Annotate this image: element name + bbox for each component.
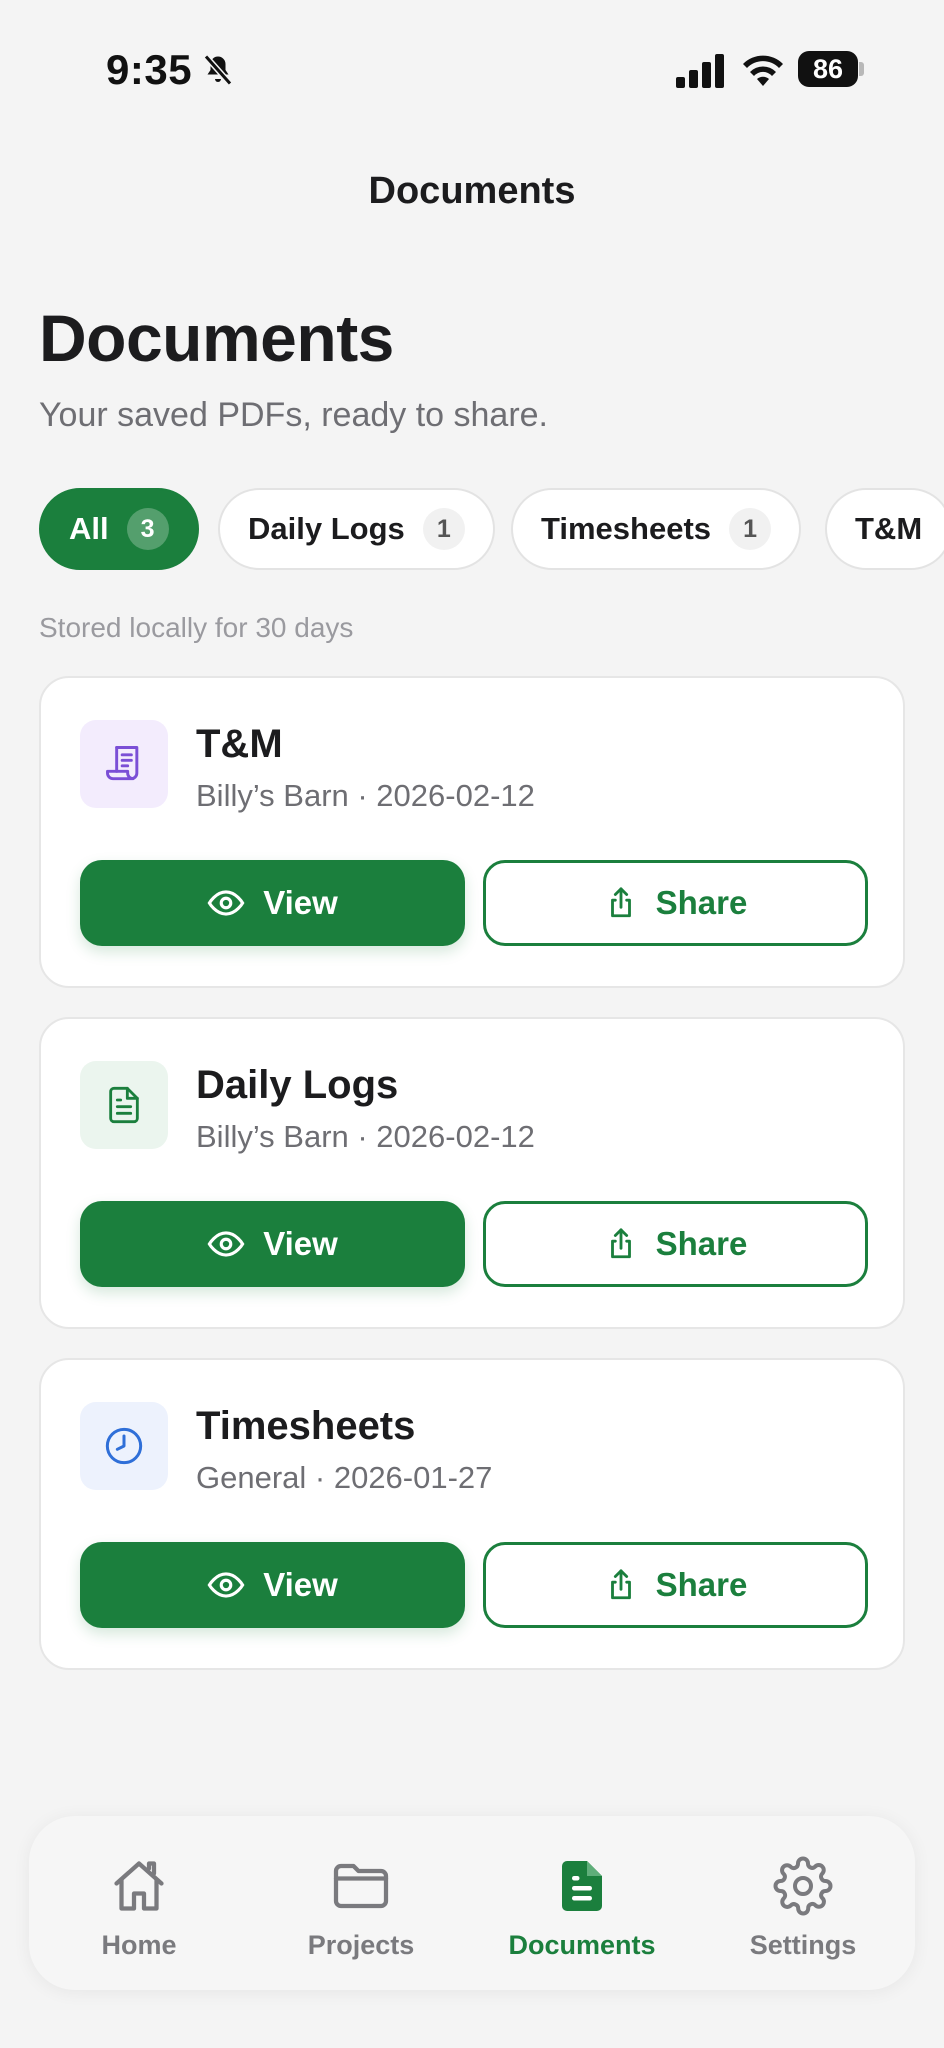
document-title: T&M — [196, 722, 283, 766]
bell-off-icon — [203, 54, 233, 86]
share-label: Share — [655, 884, 748, 921]
view-button[interactable]: View — [80, 1201, 465, 1287]
storage-note: Stored locally for 30 days — [39, 612, 354, 643]
eye-icon — [207, 1231, 245, 1257]
filter-chip-tm[interactable]: T&M — [825, 488, 944, 570]
page-title: Documents — [39, 301, 394, 375]
eye-icon — [207, 1572, 245, 1598]
tab-bar: Home Projects Documents Settings — [29, 1816, 915, 1990]
status-time: 9:35 — [106, 46, 193, 93]
chip-label: Timesheets — [541, 511, 712, 546]
nav-title: Documents — [368, 170, 576, 212]
document-meta: Billy’s Barn · 2026-02-12 — [196, 778, 535, 813]
document-icon — [80, 1061, 168, 1149]
tab-documents[interactable]: Documents — [482, 1816, 682, 1990]
clock-icon — [80, 1402, 168, 1490]
view-button[interactable]: View — [80, 860, 465, 946]
document-meta: General · 2026-01-27 — [196, 1460, 493, 1495]
document-card: T&M Billy’s Barn · 2026-02-12 View Share — [39, 676, 905, 988]
document-title: Timesheets — [196, 1404, 416, 1448]
battery-icon: 86 — [798, 51, 864, 87]
document-icon — [562, 1861, 602, 1911]
share-button[interactable]: Share — [483, 860, 868, 946]
tab-label: Projects — [307, 1930, 415, 1960]
tab-label: Documents — [508, 1930, 656, 1960]
share-label: Share — [655, 1225, 748, 1262]
status-bar: 9:35 86 — [0, 0, 944, 140]
filter-chip-all[interactable]: All 3 — [39, 488, 199, 570]
page-subtitle: Your saved PDFs, ready to share. — [39, 396, 549, 434]
signal-icon — [676, 54, 724, 88]
eye-icon — [207, 890, 245, 916]
tab-projects[interactable]: Projects — [261, 1816, 461, 1990]
documents-screen: 9:35 86 Documents Documents Your saved P… — [0, 0, 944, 2048]
tab-label: Settings — [749, 1930, 857, 1960]
view-label: View — [263, 884, 338, 921]
share-label: Share — [655, 1566, 748, 1603]
tab-label: Home — [101, 1930, 177, 1960]
filter-chip-daily-logs[interactable]: Daily Logs 1 — [218, 488, 495, 570]
receipt-icon — [80, 720, 168, 808]
share-button[interactable]: Share — [483, 1201, 868, 1287]
chip-label: T&M — [855, 511, 923, 546]
chip-count: 1 — [422, 508, 465, 550]
share-icon — [610, 1228, 631, 1259]
view-label: View — [263, 1225, 338, 1262]
document-card: Timesheets General · 2026-01-27 View Sha… — [39, 1358, 905, 1670]
share-icon — [610, 1569, 631, 1600]
document-meta: Billy’s Barn · 2026-02-12 — [196, 1119, 535, 1154]
view-label: View — [263, 1566, 338, 1603]
chip-label: Daily Logs — [248, 511, 405, 546]
folder-icon — [333, 1863, 389, 1909]
filter-chip-timesheets[interactable]: Timesheets 1 — [511, 488, 802, 570]
chip-label: All — [69, 511, 109, 546]
view-button[interactable]: View — [80, 1542, 465, 1628]
document-title: Daily Logs — [196, 1063, 399, 1107]
share-button[interactable]: Share — [483, 1542, 868, 1628]
tab-settings[interactable]: Settings — [703, 1816, 903, 1990]
home-icon — [114, 1861, 164, 1911]
battery-level: 86 — [798, 51, 858, 87]
wifi-icon — [743, 55, 783, 86]
filter-chips: All 3 Daily Logs 1 Timesheets 1 T&M — [39, 488, 944, 570]
chip-count: 1 — [729, 508, 772, 550]
document-card: Daily Logs Billy’s Barn · 2026-02-12 Vie… — [39, 1017, 905, 1329]
gear-icon — [773, 1856, 833, 1916]
tab-home[interactable]: Home — [39, 1816, 239, 1990]
chip-count: 3 — [126, 508, 169, 550]
share-icon — [610, 887, 631, 918]
